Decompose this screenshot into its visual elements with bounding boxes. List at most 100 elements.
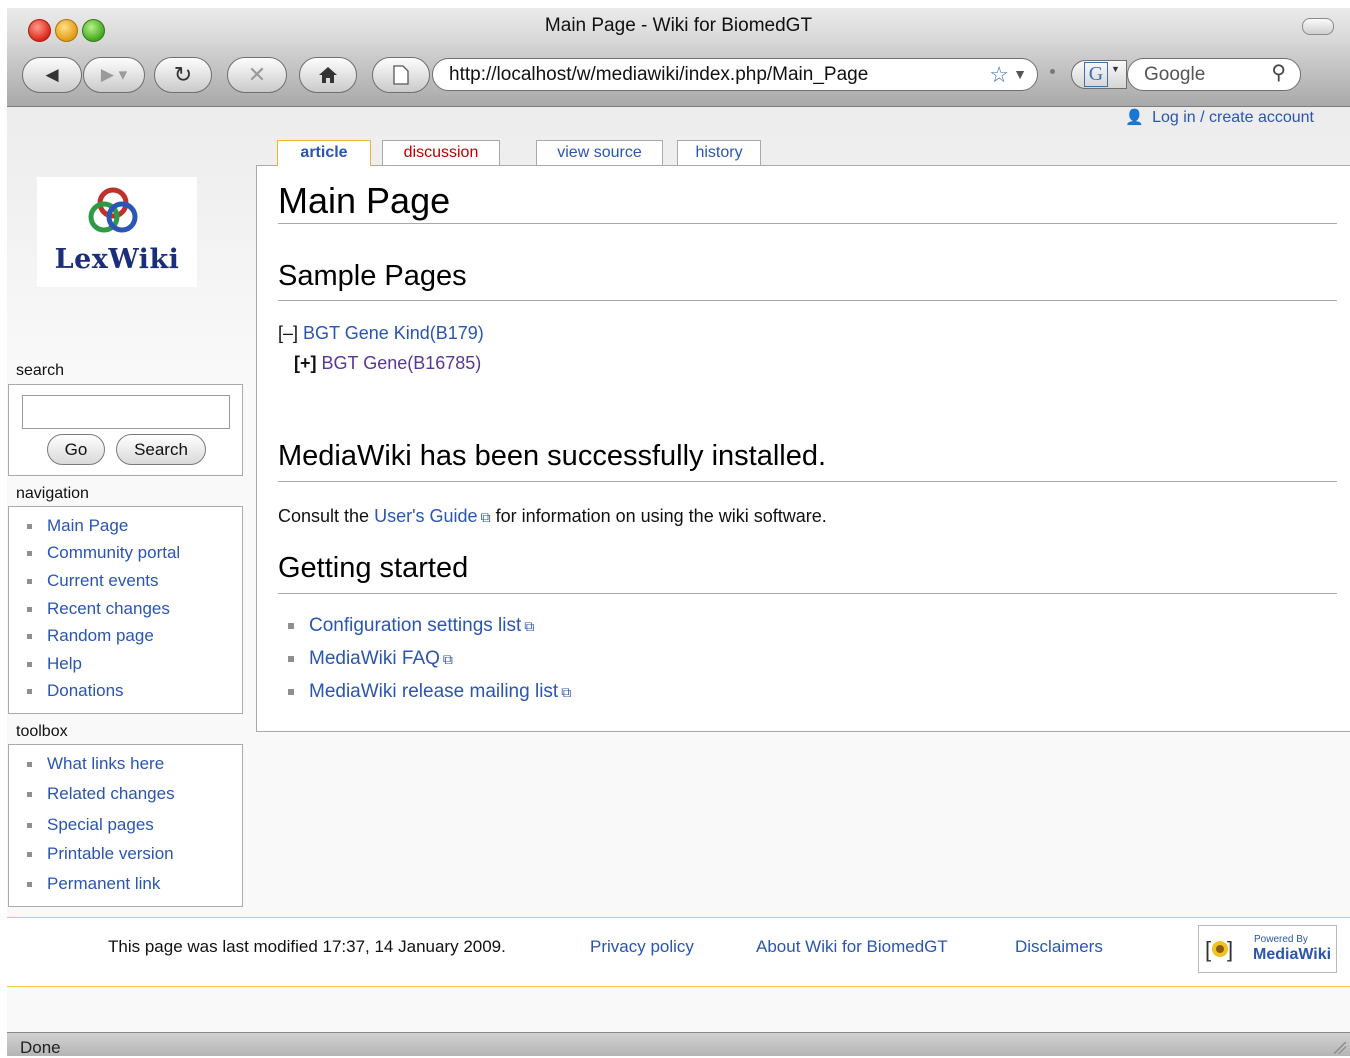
chevron-down-icon[interactable]: ▼ — [1013, 59, 1027, 90]
logo-text: LexWiki — [54, 244, 180, 275]
consult-suffix: for information on using the wiki softwa… — [495, 506, 827, 526]
last-modified-text: This page was last modified 17:37, 14 Ja… — [108, 937, 506, 956]
window-title: Main Page - Wiki for BiomedGT — [544, 15, 813, 36]
tab-discussion[interactable]: discussion — [382, 140, 500, 165]
close-window-button[interactable] — [28, 19, 51, 42]
bookmark-page-button[interactable] — [372, 57, 430, 93]
minimize-window-button[interactable] — [55, 19, 78, 42]
resize-grip-icon[interactable] — [1334, 1042, 1346, 1054]
nav-item-donations[interactable]: Donations — [27, 681, 124, 701]
nav-link[interactable]: Current events — [47, 571, 159, 590]
back-button[interactable]: ◀ — [22, 57, 82, 93]
list-item[interactable]: MediaWiki release mailing list ⧉ — [288, 681, 571, 703]
bullet — [27, 689, 32, 695]
zoom-window-button[interactable] — [82, 19, 105, 42]
sample-pages-heading: Sample Pages — [278, 260, 467, 292]
tab-history[interactable]: history — [677, 140, 761, 165]
nav-item-random-page[interactable]: Random page — [27, 626, 154, 646]
toolbox-link[interactable]: What links here — [47, 754, 164, 773]
bullet — [27, 823, 32, 829]
home-button[interactable] — [299, 57, 357, 93]
go-button[interactable]: Go — [47, 434, 105, 465]
privacy-policy-link[interactable]: Privacy policy — [590, 937, 694, 956]
personal-tools: 👤 Log in / create account — [1125, 107, 1314, 129]
config-settings-link[interactable]: Configuration settings list ⧉ — [309, 615, 534, 636]
tree-link[interactable]: BGT Gene(B16785) — [322, 353, 482, 373]
users-guide-link[interactable]: User's Guide ⧉ — [374, 506, 490, 526]
forward-button[interactable]: ▶ ▾ — [83, 57, 145, 93]
faq-link[interactable]: MediaWiki FAQ ⧉ — [309, 648, 453, 669]
nav-link[interactable]: Help — [47, 654, 82, 673]
nav-item-current-events[interactable]: Current events — [27, 571, 159, 591]
url-field[interactable]: http://localhost/w/mediawiki/index.php/M… — [432, 58, 1038, 91]
about-link[interactable]: About Wiki for BiomedGT — [756, 937, 948, 956]
logo-knot-icon — [88, 187, 138, 233]
navigation-heading: navigation — [16, 485, 89, 502]
web-search-field[interactable]: Google ⚲ — [1127, 58, 1301, 91]
nav-link[interactable]: Donations — [47, 681, 124, 700]
toolbox-link[interactable]: Special pages — [47, 815, 154, 834]
nav-link[interactable]: Community portal — [47, 543, 180, 562]
search-input[interactable] — [22, 395, 230, 429]
back-arrow-icon: ◀ — [45, 65, 59, 84]
url-text: http://localhost/w/mediawiki/index.php/M… — [449, 64, 869, 85]
divider — [278, 300, 1337, 301]
nav-link[interactable]: Recent changes — [47, 599, 170, 618]
nav-item-community-portal[interactable]: Community portal — [27, 543, 180, 563]
search-box: Go Search — [8, 384, 243, 476]
nav-link[interactable]: Random page — [47, 626, 154, 645]
star-icon[interactable]: ☆ — [989, 59, 1009, 90]
toolbox-item-what-links-here[interactable]: What links here — [27, 754, 164, 774]
nav-link[interactable]: Main Page — [47, 516, 128, 535]
tree-link[interactable]: BGT Gene Kind(B179) — [303, 323, 484, 343]
status-bar: Done — [7, 1032, 1350, 1057]
external-link-icon: ⧉ — [561, 684, 572, 700]
reload-icon: ↻ — [173, 62, 193, 87]
main-content: Main Page Sample Pages [–] BGT Gene Kind… — [256, 165, 1350, 732]
stop-icon: ✕ — [247, 62, 267, 87]
install-heading: MediaWiki has been successfully installe… — [278, 440, 827, 472]
footer: This page was last modified 17:37, 14 Ja… — [7, 917, 1350, 987]
toolbox-link[interactable]: Related changes — [47, 784, 175, 803]
toolbox-item-related-changes[interactable]: Related changes — [27, 784, 175, 804]
toolbox-item-permanent-link[interactable]: Permanent link — [27, 874, 160, 894]
nav-item-recent-changes[interactable]: Recent changes — [27, 599, 170, 619]
toolbox-link[interactable]: Printable version — [47, 844, 174, 863]
login-link[interactable]: Log in / create account — [1152, 109, 1314, 126]
user-icon: 👤 — [1125, 109, 1145, 126]
collapse-toggle[interactable]: [–] — [278, 323, 298, 343]
toolbar-toggle-button[interactable] — [1302, 18, 1334, 35]
site-logo[interactable]: LexWiki — [37, 177, 197, 287]
tab-view-source[interactable]: view source — [536, 140, 663, 165]
search-heading: search — [16, 362, 65, 379]
expand-toggle[interactable]: [+] — [294, 353, 317, 373]
svg-text:]: ] — [1227, 937, 1233, 962]
nav-item-main-page[interactable]: Main Page — [27, 516, 128, 536]
toolbox-item-printable-version[interactable]: Printable version — [27, 844, 174, 864]
search-button[interactable]: Search — [116, 434, 206, 465]
disclaimers-link[interactable]: Disclaimers — [1015, 937, 1103, 956]
tab-article[interactable]: article — [277, 140, 371, 166]
mailing-list-link[interactable]: MediaWiki release mailing list ⧉ — [309, 681, 571, 702]
external-link-icon: ⧉ — [524, 618, 535, 634]
toolbox-item-special-pages[interactable]: Special pages — [27, 815, 154, 835]
search-engine-selector[interactable]: G ▼ — [1071, 60, 1127, 89]
list-item[interactable]: Configuration settings list ⧉ — [288, 615, 534, 637]
nav-item-help[interactable]: Help — [27, 654, 82, 674]
stop-button[interactable]: ✕ — [227, 57, 287, 93]
bullet — [288, 688, 294, 695]
divider — [278, 223, 1337, 224]
page-icon — [393, 65, 409, 85]
bullet — [27, 524, 32, 530]
consult-prefix: Consult the — [278, 506, 370, 526]
toolbox-link[interactable]: Permanent link — [47, 874, 160, 893]
powered-by-mediawiki-badge[interactable]: [ ] Powered By MediaWiki — [1198, 925, 1337, 973]
powered-by-label: Powered By — [1254, 934, 1308, 945]
search-engine-name: Google — [1144, 64, 1206, 85]
chevron-down-icon: ▼ — [1111, 64, 1120, 74]
reload-button[interactable]: ↻ — [154, 57, 212, 93]
browser-toolbar: ◀ ▶ ▾ ↻ ✕ http://localhost/w/mediawiki/i… — [7, 44, 1350, 107]
svg-text:[: [ — [1205, 937, 1211, 962]
list-item[interactable]: MediaWiki FAQ ⧉ — [288, 648, 453, 670]
tree-item: [+] BGT Gene(B16785) — [294, 353, 481, 374]
